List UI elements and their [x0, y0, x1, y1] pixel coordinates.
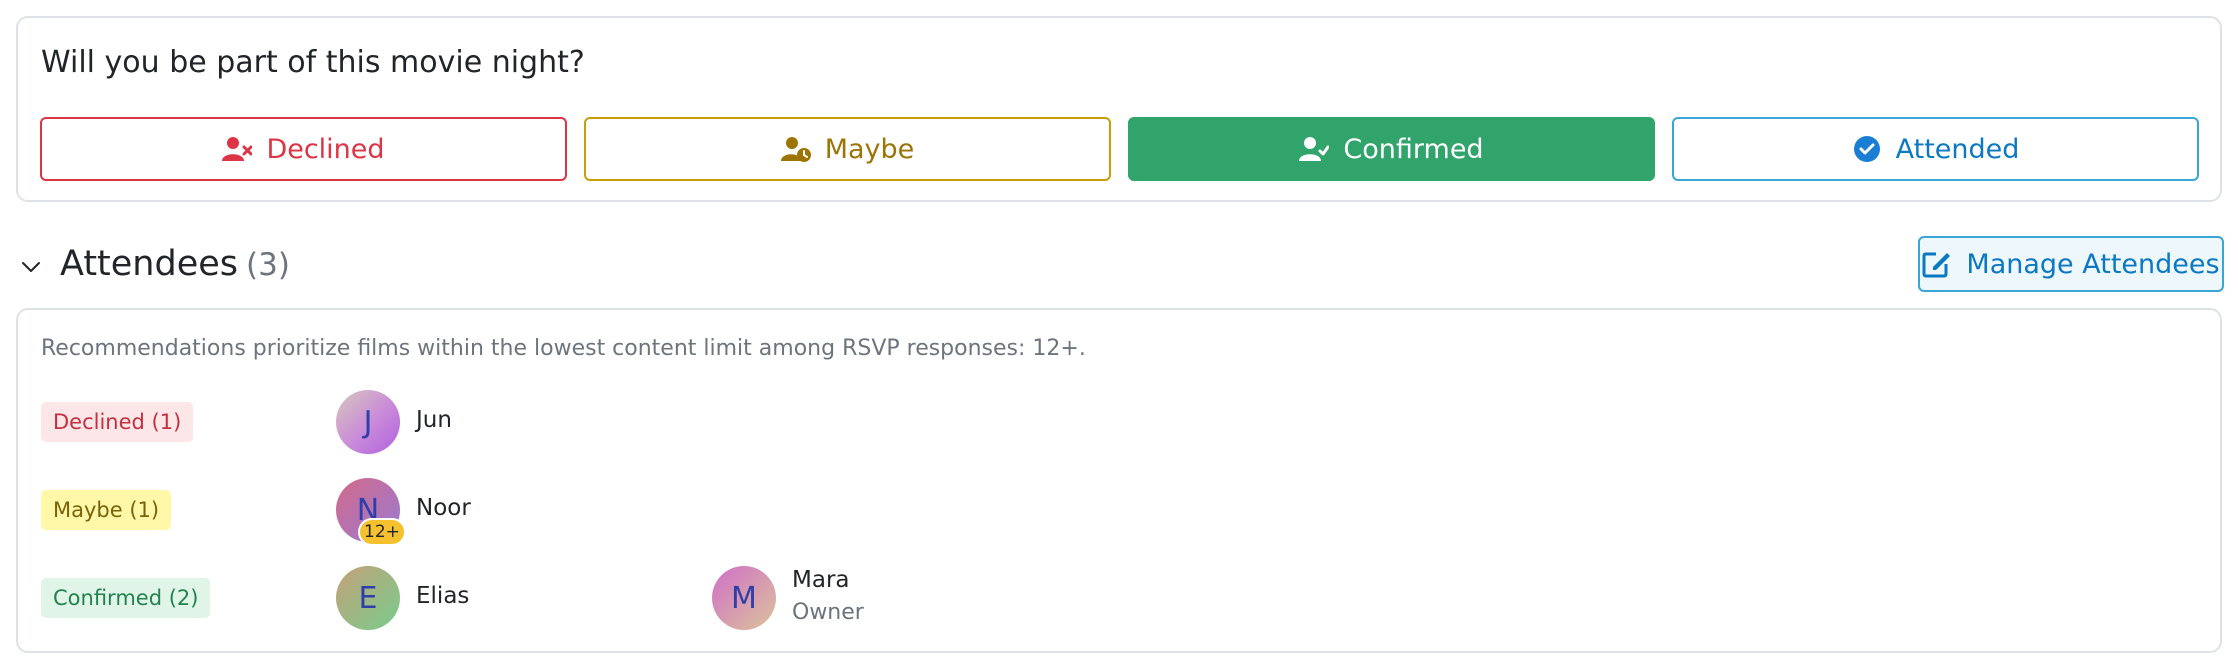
attendee-name: Noor [416, 495, 471, 521]
attendees-title-text: Attendees [60, 244, 239, 284]
attendees-card: Recommendations prioritize films within … [16, 308, 2222, 653]
manage-attendees-button[interactable]: Manage Attendees [1918, 236, 2224, 292]
movie-night-rsvp-page: Will you be part of this movie night? De… [0, 0, 2240, 668]
attendee-name: Elias [416, 583, 470, 609]
user-x-icon [222, 137, 253, 161]
attendee-name: Jun [416, 407, 452, 433]
manage-attendees-label: Manage Attendees [1966, 248, 2220, 280]
user-clock-icon [780, 137, 811, 162]
avatar: E [336, 566, 400, 630]
rsvp-question: Will you be part of this movie night? [41, 45, 585, 80]
maybe-button[interactable]: Maybe [584, 117, 1111, 181]
avatar: M [712, 566, 776, 630]
maybe-status-badge: Maybe (1) [41, 490, 172, 530]
attendees-count: (3) [246, 247, 290, 283]
content-limit-note: Recommendations prioritize films within … [41, 336, 1086, 361]
attended-button[interactable]: Attended [1672, 117, 2199, 181]
declined-status-badge: Declined (1) [41, 402, 194, 442]
maybe-label: Maybe [824, 133, 915, 165]
check-circle-icon [1853, 136, 1880, 162]
confirmed-button[interactable]: Confirmed [1128, 117, 1655, 181]
edit-icon [1922, 252, 1951, 278]
user-check-icon [1299, 137, 1330, 161]
avatar: J [336, 390, 400, 454]
attended-label: Attended [1895, 133, 2020, 165]
declined-label: Declined [266, 133, 385, 165]
attendee-role: Owner [792, 600, 864, 625]
attendees-title: Attendees (3) [60, 244, 290, 284]
attendees-header: Attendees (3) Manage Attendees [0, 236, 2240, 296]
rsvp-card: Will you be part of this movie night? De… [16, 16, 2222, 202]
age-limit-badge: 12+ [358, 518, 406, 546]
confirmed-status-badge: Confirmed (2) [41, 578, 211, 618]
chevron-down-icon[interactable] [20, 256, 42, 278]
confirmed-label: Confirmed [1343, 133, 1484, 165]
attendee-name: Mara [792, 567, 850, 593]
declined-button[interactable]: Declined [40, 117, 567, 181]
